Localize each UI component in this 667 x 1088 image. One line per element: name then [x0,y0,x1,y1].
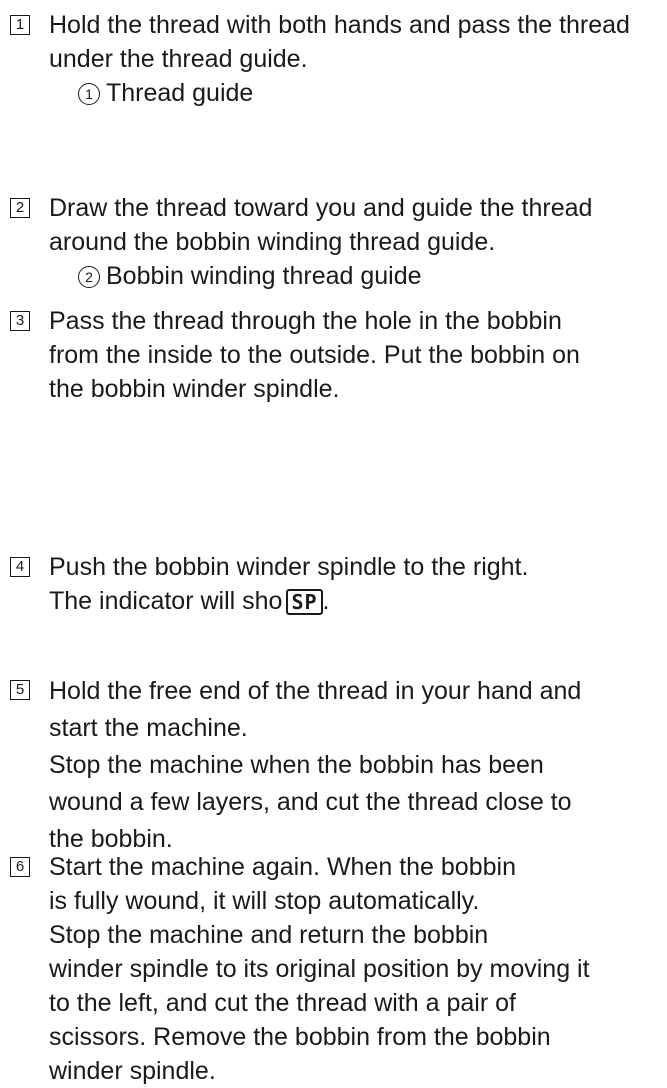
step-number: 4 [10,557,30,577]
step-text-line: to the left, and cut the thread with a p… [49,989,516,1017]
step-number: 2 [10,198,30,218]
step-text-line: winder spindle. [49,1057,216,1085]
circled-number-1: 1 [78,83,100,105]
step-text-line: Stop the machine when the bobbin has bee… [49,751,544,779]
step-4: 4 Push the bobbin winder spindle to the … [10,550,667,618]
step-number: 5 [10,680,30,700]
step-text-line: Push the bobbin winder spindle to the ri… [49,553,529,581]
callout-label: Bobbin winding thread guide [106,262,422,290]
sp-indicator-icon: SP [286,589,323,615]
step-text-line: Start the machine again. When the bobbin [49,853,516,881]
step-text-line: The indicator will sho SP. [49,584,667,618]
sentence-period: . [322,587,330,615]
step-text: The indicator will sho [49,587,283,615]
callout-label: Thread guide [106,79,254,107]
step-5: 5 Hold the free end of the thread in you… [10,673,667,858]
step-text-line: under the thread guide. [49,45,308,73]
step-text-line: Hold the thread with both hands and pass… [49,11,630,39]
step-6: 6 Start the machine again. When the bobb… [10,850,667,1088]
step-text-line: is fully wound, it will stop automatical… [49,887,480,915]
step-text-line: Hold the free end of the thread in your … [49,677,582,705]
step-1: 1 Hold the thread with both hands and pa… [10,8,667,110]
step-text-line: Stop the machine and return the bobbin [49,921,489,949]
step-number: 6 [10,857,30,877]
callout-thread-guide: 1 Thread guide [78,76,667,110]
step-number: 1 [10,15,30,35]
callout-bobbin-winding-thread-guide: 2 Bobbin winding thread guide [78,259,667,293]
step-text-line: Draw the thread toward you and guide the… [49,194,593,222]
step-3: 3 Pass the thread through the hole in th… [10,304,667,406]
step-text-line: from the inside to the outside. Put the … [49,341,580,369]
step-text-line: start the machine. [49,714,248,742]
step-text-line: winder spindle to its original position … [49,955,590,983]
step-number: 3 [10,311,30,331]
step-2: 2 Draw the thread toward you and guide t… [10,191,667,293]
step-text-line: wound a few layers, and cut the thread c… [49,788,572,816]
step-text-line: the bobbin winder spindle. [49,375,340,403]
step-text-line: scissors. Remove the bobbin from the bob… [49,1023,551,1051]
step-text-line: around the bobbin winding thread guide. [49,228,496,256]
step-text-line: Pass the thread through the hole in the … [49,307,562,335]
circled-number-2: 2 [78,266,100,288]
